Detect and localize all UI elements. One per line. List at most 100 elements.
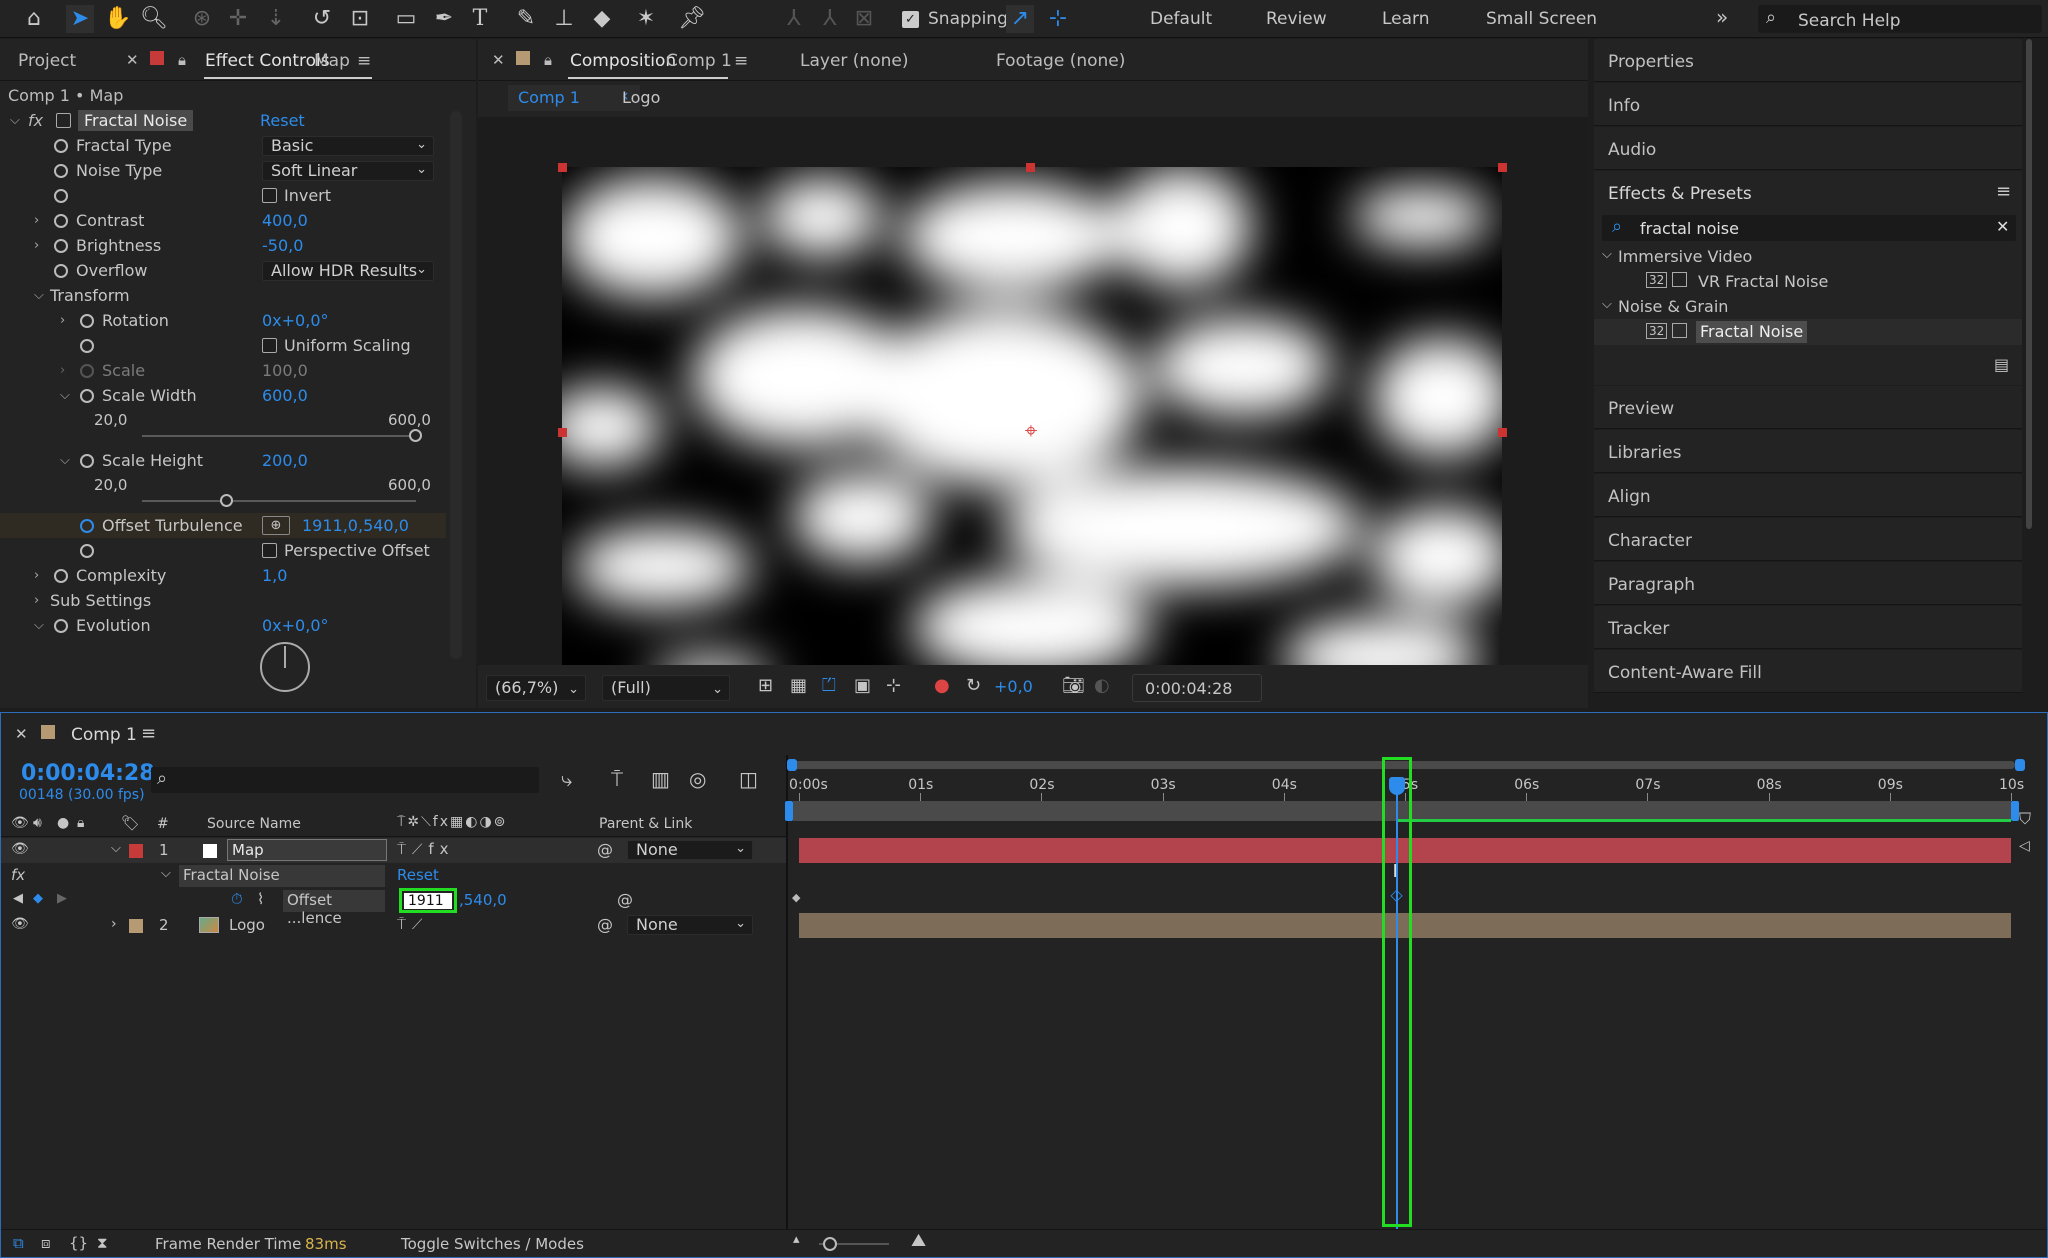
- stopwatch-icon[interactable]: [80, 339, 94, 353]
- prev-keyframe-icon[interactable]: ◀: [13, 891, 23, 906]
- home-icon[interactable]: ⌂: [20, 5, 48, 33]
- uniform-scaling-checkbox[interactable]: [262, 338, 277, 353]
- comp-breadcrumb-next[interactable]: Logo: [622, 88, 660, 107]
- workspace-review[interactable]: Review: [1266, 9, 1327, 29]
- stopwatch-active-icon[interactable]: ⏱︎: [231, 890, 243, 908]
- group-immersive-video[interactable]: Immersive Video: [1618, 247, 1752, 266]
- panel-tracker[interactable]: Tracker: [1594, 606, 2022, 649]
- comp-viewer[interactable]: ⌖: [478, 117, 1588, 702]
- new-folder-icon[interactable]: ▤: [1994, 355, 2009, 374]
- offset-y-value[interactable]: ,540,0: [459, 891, 507, 909]
- twirl-open-icon[interactable]: ⌵: [34, 283, 44, 308]
- close-timeline-icon[interactable]: ✕: [15, 725, 28, 743]
- snapping-checkbox[interactable]: ✓: [902, 11, 919, 28]
- add-keyframe-icon[interactable]: ◆: [33, 891, 43, 906]
- twirl-open-icon[interactable]: ⌵: [10, 108, 20, 133]
- clone-stamp-icon[interactable]: ⊥: [550, 5, 578, 33]
- effect-vr-fractal-noise[interactable]: VR Fractal Noise: [1698, 272, 1828, 291]
- col-source-name[interactable]: Source Name: [207, 816, 301, 832]
- work-area-start[interactable]: [785, 801, 793, 821]
- brightness-value[interactable]: -50,0: [262, 233, 303, 258]
- crosshair-target-icon[interactable]: ⊕: [262, 516, 290, 535]
- draft-3d-icon[interactable]: ⍑: [611, 767, 623, 791]
- scale-width-slider-knob[interactable]: [409, 429, 422, 442]
- stopwatch-icon[interactable]: [80, 314, 94, 328]
- twirl-open-icon[interactable]: ⌵: [60, 448, 70, 473]
- zoom-dropdown[interactable]: (66,7%) ⌄: [486, 675, 586, 701]
- puppet-pin-icon[interactable]: 📌︎: [678, 5, 706, 33]
- right-panel-scrollbar[interactable]: [2026, 39, 2032, 529]
- transfer-controls-icon[interactable]: ⧈: [41, 1234, 51, 1252]
- panel-audio[interactable]: Audio: [1594, 127, 2022, 170]
- workspace-learn[interactable]: Learn: [1382, 9, 1430, 29]
- search-help-field[interactable]: ⌕ Search Help: [1758, 5, 2042, 33]
- invert-checkbox[interactable]: [262, 188, 277, 203]
- next-keyframe-icon[interactable]: ▶: [57, 891, 67, 906]
- col-parent-link[interactable]: Parent & Link: [599, 816, 692, 832]
- layer-switches[interactable]: ⍑⟋: [397, 915, 428, 933]
- roto-brush-icon[interactable]: ✶: [632, 5, 660, 33]
- color-channels-icon[interactable]: ●: [934, 675, 950, 696]
- layer-switches[interactable]: ⍑⟋fx: [397, 840, 455, 858]
- zoom-in-icon[interactable]: ⛰: [911, 1230, 926, 1251]
- hand-tool-icon[interactable]: ✋: [104, 5, 132, 33]
- evolution-value[interactable]: 0x+0,0°: [262, 613, 329, 638]
- region-of-interest-icon[interactable]: ▣: [854, 675, 871, 696]
- lock-icon[interactable]: 🔒︎: [544, 51, 552, 69]
- panel-character[interactable]: Character: [1594, 518, 2022, 561]
- lock-icon[interactable]: 🔒︎: [77, 815, 84, 831]
- bbox-handle[interactable]: [1498, 428, 1507, 437]
- stopwatch-icon[interactable]: [54, 239, 68, 253]
- axis-world-icon[interactable]: ⅄: [816, 5, 844, 33]
- label-tag-icon[interactable]: 🏷︎: [121, 814, 140, 832]
- stopwatch-icon[interactable]: [54, 569, 68, 583]
- fractal-type-dropdown[interactable]: Basic ⌄: [262, 136, 434, 156]
- parent-dropdown[interactable]: None ⌄: [627, 915, 753, 935]
- twirl-closed-icon[interactable]: ›: [34, 208, 39, 233]
- graph-icon[interactable]: ⌇: [257, 890, 264, 908]
- panel-menu-icon[interactable]: ≡: [1996, 181, 2011, 202]
- layer-label-color[interactable]: [129, 919, 143, 933]
- stopwatch-icon[interactable]: [80, 544, 94, 558]
- toggle-switches-modes[interactable]: Toggle Switches / Modes: [401, 1235, 584, 1253]
- clear-search-icon[interactable]: ✕: [1996, 217, 2009, 236]
- dolly-camera-icon[interactable]: ⇣: [262, 5, 290, 33]
- noise-type-dropdown[interactable]: Soft Linear ⌄: [262, 161, 434, 181]
- resolution-dropdown[interactable]: (Full) ⌄: [602, 675, 730, 701]
- fx-icon[interactable]: fx: [11, 866, 25, 884]
- rotate-tool-icon[interactable]: ↺: [308, 5, 336, 33]
- work-area-end[interactable]: [2011, 801, 2019, 821]
- twirl-open-icon[interactable]: ⌵: [60, 383, 70, 408]
- bbox-handle[interactable]: [1026, 163, 1035, 172]
- tab-effect-controls[interactable]: Effect Controls: [205, 51, 330, 71]
- more-workspaces-icon[interactable]: »: [1716, 5, 1728, 29]
- stopwatch-icon[interactable]: [54, 164, 68, 178]
- video-eye-icon[interactable]: 👁︎: [11, 815, 29, 831]
- twirl-closed-icon[interactable]: ›: [60, 358, 65, 383]
- layer-row-logo[interactable]: 👁︎ › 2 Logo ⍑⟋ @ None ⌄: [1, 913, 786, 938]
- bbox-handle[interactable]: [1498, 163, 1507, 172]
- offset-turbulence-value[interactable]: 1911,0,540,0: [302, 513, 409, 538]
- scale-height-slider-knob[interactable]: [219, 494, 233, 507]
- audio-icon[interactable]: 🔊︎: [33, 815, 42, 831]
- stopwatch-icon[interactable]: [80, 389, 94, 403]
- workspace-small-screen[interactable]: Small Screen: [1486, 9, 1597, 29]
- tab-layer[interactable]: Layer (none): [800, 51, 908, 71]
- bbox-handle[interactable]: [558, 163, 567, 172]
- video-eye-icon[interactable]: 👁︎: [11, 916, 29, 932]
- panel-align[interactable]: Align: [1594, 474, 2022, 517]
- layer-switches-icon[interactable]: ⧉: [13, 1234, 24, 1252]
- comp-timecode-box[interactable]: 0:00:04:28: [1132, 674, 1262, 702]
- rotation-value[interactable]: 0x+0,0°: [262, 308, 329, 333]
- close-comp-tab-icon[interactable]: ✕: [492, 51, 505, 69]
- group-noise-grain[interactable]: Noise & Grain: [1618, 297, 1728, 316]
- zoom-out-icon[interactable]: ▴: [793, 1232, 800, 1247]
- pickwhip-icon[interactable]: @: [617, 890, 633, 909]
- stopwatch-active-icon[interactable]: [80, 519, 94, 533]
- ec-scrollbar[interactable]: [450, 111, 462, 659]
- offset-x-input[interactable]: 1911: [399, 888, 457, 913]
- frame-blending-icon[interactable]: ▥: [651, 767, 670, 791]
- panel-menu-icon[interactable]: ≡: [734, 51, 748, 71]
- pickwhip-icon[interactable]: @: [597, 840, 613, 859]
- panel-preview[interactable]: Preview: [1594, 386, 2022, 429]
